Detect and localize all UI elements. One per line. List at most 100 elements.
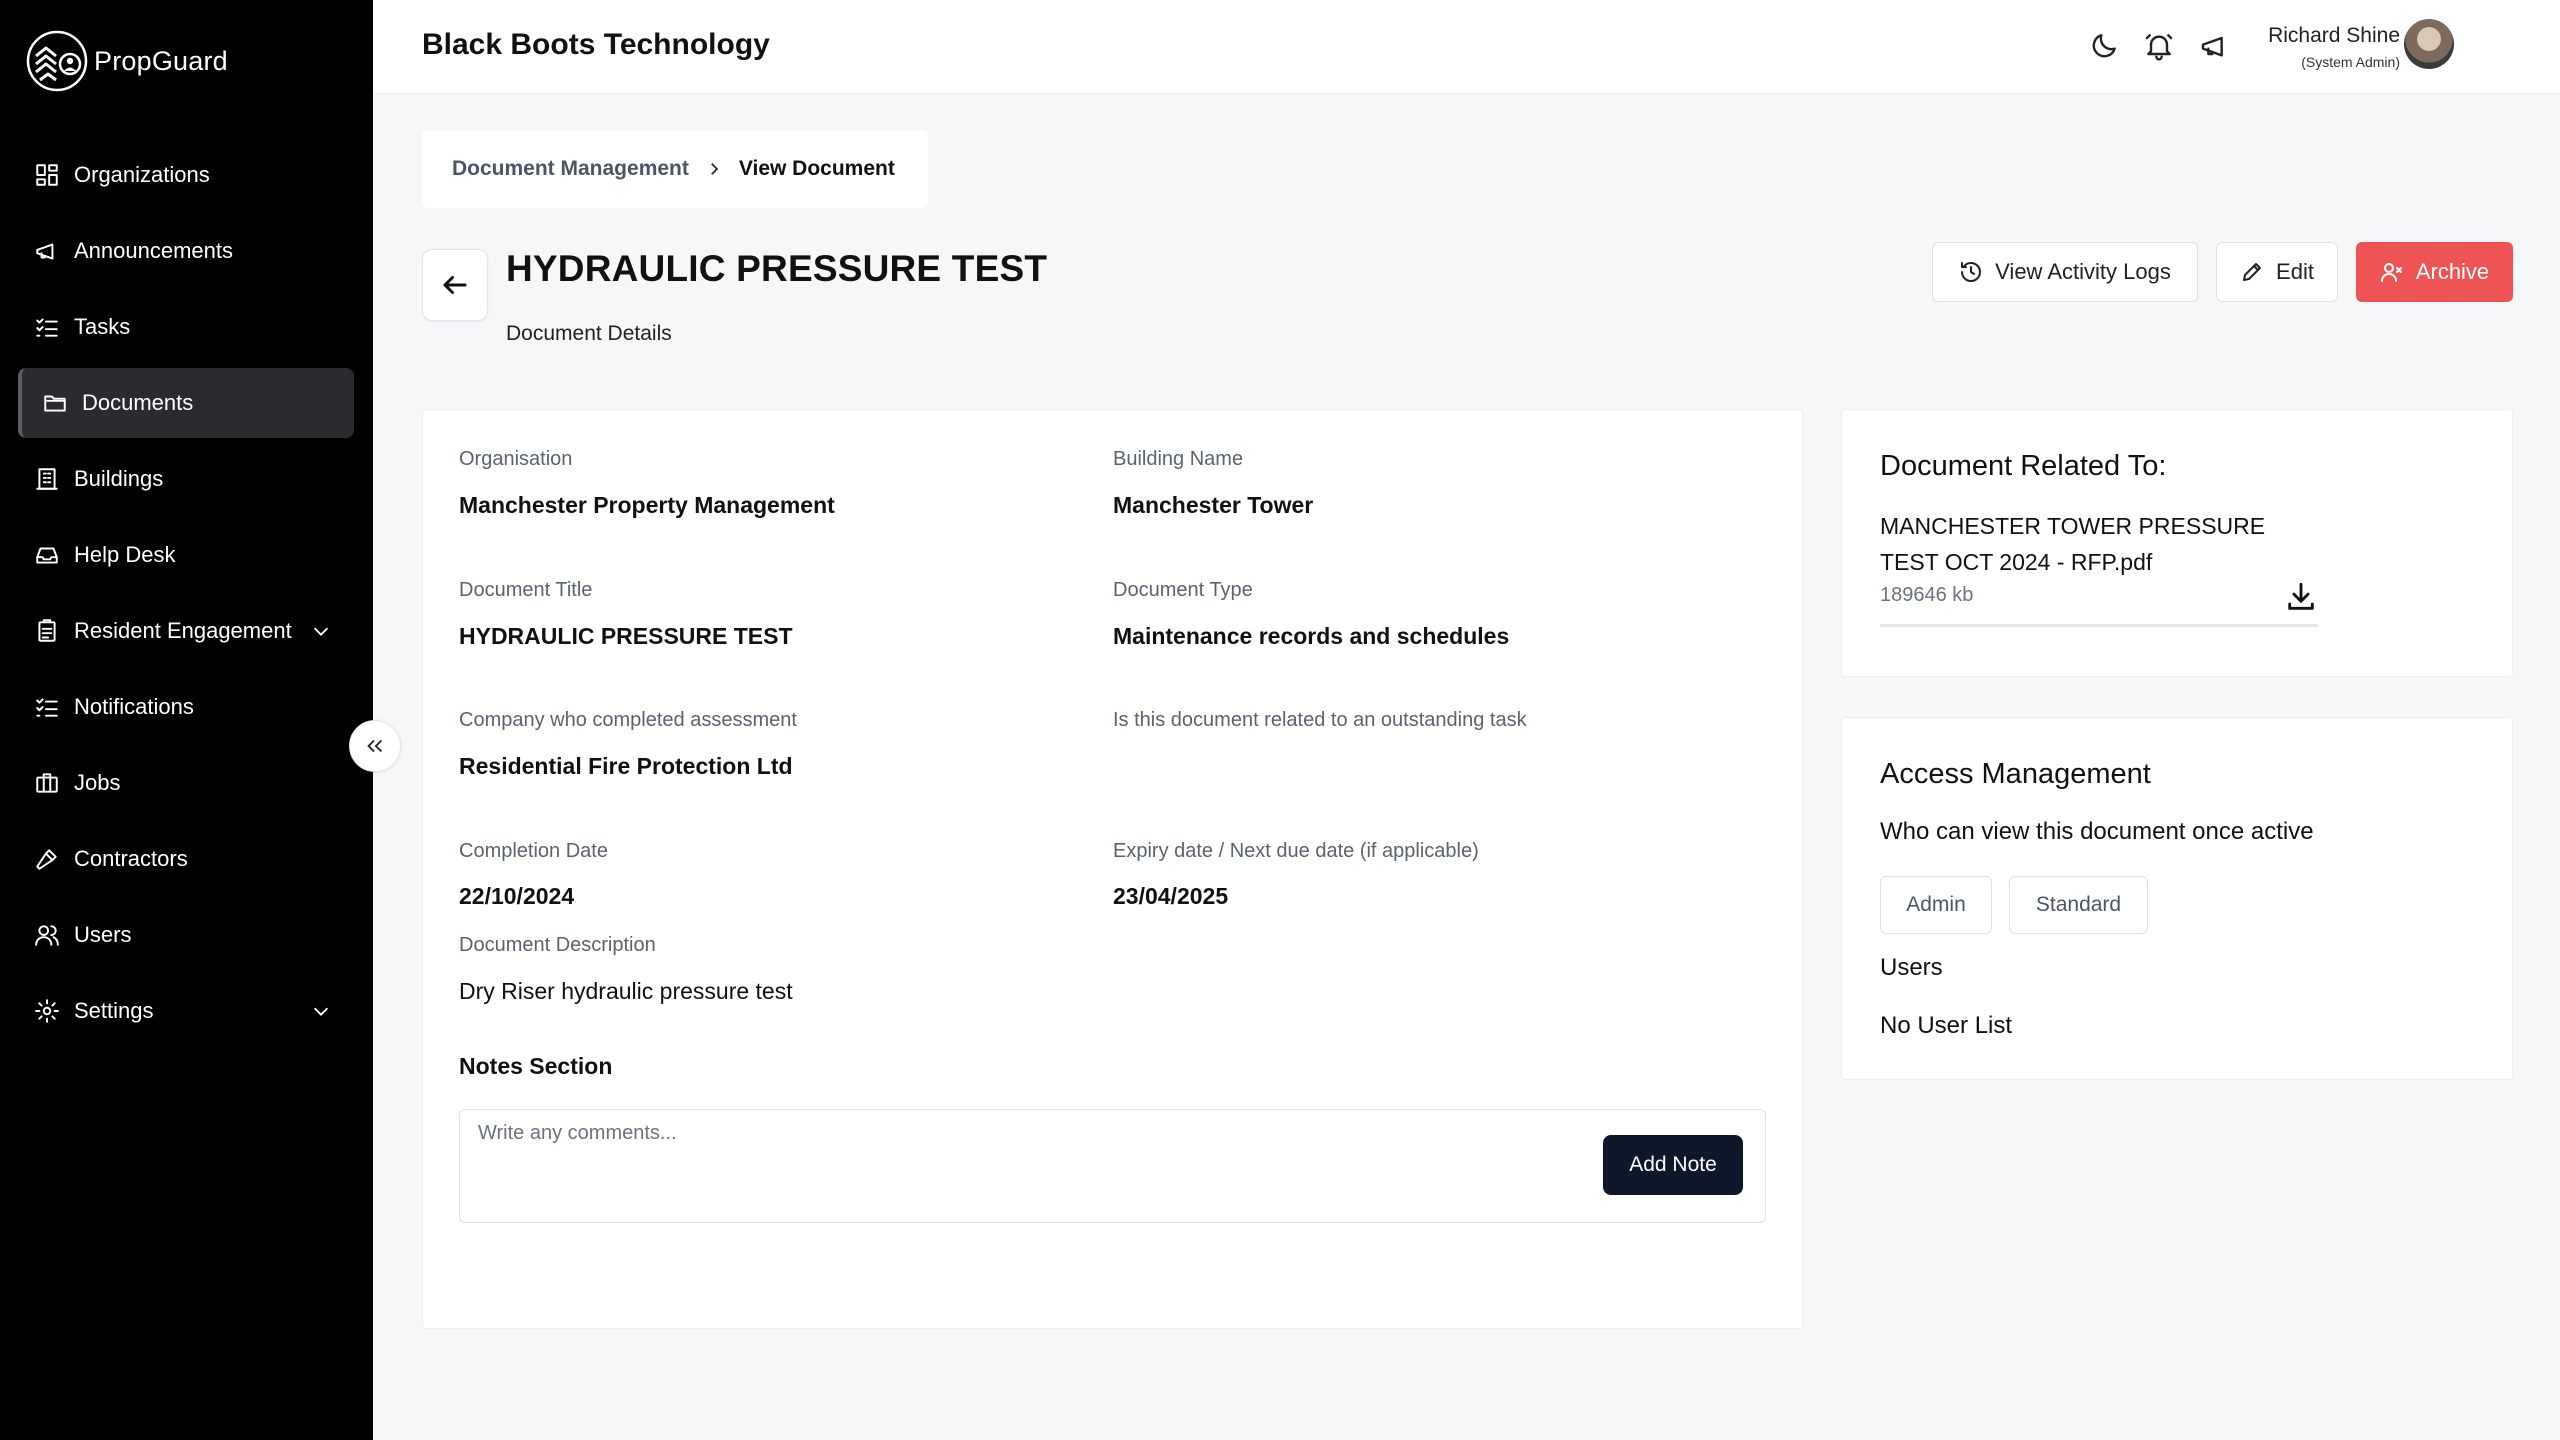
view-activity-logs-label: View Activity Logs — [1995, 259, 2171, 284]
view-activity-logs-button[interactable]: View Activity Logs — [1932, 242, 2198, 302]
document-type-value: Maintenance records and schedules — [1113, 623, 1510, 649]
sidebar-item-tasks[interactable]: Tasks — [18, 292, 354, 362]
notes-box: Add Note — [459, 1109, 1766, 1223]
document-related-card: Document Related To: MANCHESTER TOWER PR… — [1841, 409, 2513, 677]
completion-date-label: Completion Date — [459, 840, 608, 862]
organisation-label: Organisation — [459, 448, 573, 470]
document-details-card: Organisation Manchester Property Managem… — [422, 409, 1803, 1329]
document-title-value: HYDRAULIC PRESSURE TEST — [459, 623, 793, 649]
sidebar-item-label: Notifications — [74, 694, 194, 719]
chevron-down-icon[interactable] — [310, 620, 332, 642]
bell-icon[interactable] — [2143, 30, 2175, 62]
app-logo[interactable]: PropGuard — [26, 30, 228, 92]
description-value: Dry Riser hydraulic pressure test — [459, 978, 793, 1004]
archive-label: Archive — [2415, 259, 2490, 284]
chevrons-left-icon — [367, 739, 383, 753]
sidebar-item-settings[interactable]: Settings — [18, 976, 354, 1046]
sidebar-item-label: Resident Engagement — [74, 618, 292, 643]
sidebar-item-buildings[interactable]: Buildings — [18, 444, 354, 514]
company-value: Residential Fire Protection Ltd — [459, 753, 793, 779]
add-note-button[interactable]: Add Note — [1603, 1135, 1743, 1195]
sidebar-item-resident-engagement[interactable]: Resident Engagement — [18, 596, 354, 666]
description-label: Document Description — [459, 934, 656, 956]
sidebar-item-announcements[interactable]: Announcements — [18, 216, 354, 286]
sidebar-item-help-desk[interactable]: Help Desk — [18, 520, 354, 590]
app-name: PropGuard — [94, 45, 228, 76]
sidebar-item-documents[interactable]: Documents — [18, 368, 354, 438]
breadcrumb: Document Management View Document — [422, 130, 928, 208]
organisation-value: Manchester Property Management — [459, 492, 835, 518]
sidebar-item-label: Help Desk — [74, 542, 176, 567]
building-name-value: Manchester Tower — [1113, 492, 1314, 518]
gear-icon — [34, 998, 60, 1024]
document-title-label: Document Title — [459, 579, 593, 601]
notes-section-title: Notes Section — [459, 1053, 613, 1079]
top-header: Black Boots Technology Richard Shine (Sy… — [373, 0, 2560, 94]
expiry-date-label: Expiry date / Next due date (if applicab… — [1113, 840, 1479, 862]
notes-input[interactable] — [478, 1122, 1578, 1212]
outstanding-task-label: Is this document related to an outstandi… — [1113, 709, 1527, 731]
sidebar-item-label: Jobs — [74, 770, 121, 795]
list-check-icon — [34, 694, 60, 720]
clipboard-icon — [34, 618, 60, 644]
sidebar-nav: Organizations Announcements Tasks Docume… — [18, 140, 354, 1052]
sidebar-item-notifications[interactable]: Notifications — [18, 672, 354, 742]
inbox-icon — [34, 542, 60, 568]
breadcrumb-document-management[interactable]: Document Management — [452, 157, 689, 181]
sidebar: PropGuard Organizations Announcements Ta… — [0, 0, 373, 1440]
page-subtitle: Document Details — [506, 322, 672, 345]
user-role: (System Admin) — [2301, 54, 2400, 70]
sidebar-item-contractors[interactable]: Contractors — [18, 824, 354, 894]
hammer-icon — [34, 846, 60, 872]
folder-icon — [42, 390, 68, 416]
related-heading: Document Related To: — [1880, 450, 2167, 482]
back-button[interactable] — [422, 249, 488, 321]
avatar[interactable] — [2404, 19, 2454, 69]
access-management-card: Access Management Who can view this docu… — [1841, 717, 2513, 1080]
users-icon — [34, 922, 60, 948]
access-heading: Access Management — [1880, 758, 2151, 790]
grid-icon — [34, 162, 60, 188]
edit-label: Edit — [2276, 259, 2314, 284]
building-icon — [34, 466, 60, 492]
sidebar-item-label: Buildings — [74, 466, 164, 491]
sidebar-item-label: Announcements — [74, 238, 233, 263]
megaphone-icon — [34, 238, 60, 264]
expiry-date-value: 23/04/2025 — [1113, 883, 1229, 909]
organization-title: Black Boots Technology — [422, 28, 770, 61]
briefcase-icon — [34, 770, 60, 796]
sidebar-item-label: Contractors — [74, 846, 188, 871]
collapse-sidebar-button[interactable] — [349, 720, 401, 772]
sidebar-item-label: Settings — [74, 998, 154, 1023]
access-description: Who can view this document once active — [1880, 818, 2314, 845]
sidebar-item-label: Organizations — [74, 162, 210, 187]
chevron-right-icon — [705, 160, 723, 178]
edit-button[interactable]: Edit — [2216, 242, 2338, 302]
megaphone-icon[interactable] — [2199, 30, 2231, 62]
document-type-label: Document Type — [1113, 579, 1253, 601]
divider — [1880, 624, 2318, 627]
propguard-logo-icon — [26, 30, 88, 92]
sidebar-item-organizations[interactable]: Organizations — [18, 140, 354, 210]
building-name-label: Building Name — [1113, 448, 1244, 470]
users-label: Users — [1880, 954, 1943, 981]
completion-date-value: 22/10/2024 — [459, 883, 575, 909]
file-size: 189646 kb — [1880, 584, 1974, 606]
moon-icon[interactable] — [2088, 30, 2120, 62]
sidebar-item-label: Users — [74, 922, 132, 947]
sidebar-item-jobs[interactable]: Jobs — [18, 748, 354, 818]
user-name[interactable]: Richard Shine — [2268, 24, 2400, 48]
arrow-left-icon — [443, 276, 467, 294]
company-label: Company who completed assessment — [459, 709, 797, 731]
archive-button[interactable]: Archive — [2356, 242, 2513, 302]
users-value: No User List — [1880, 1012, 2013, 1039]
history-icon — [1961, 261, 1982, 282]
breadcrumb-current: View Document — [738, 157, 895, 180]
file-name[interactable]: MANCHESTER TOWER PRESSURE TEST OCT 2024 … — [1880, 508, 2300, 580]
role-chip-standard: Standard — [2009, 876, 2148, 934]
chevron-down-icon[interactable] — [310, 1000, 332, 1022]
sidebar-item-users[interactable]: Users — [18, 900, 354, 970]
download-icon[interactable] — [2284, 580, 2318, 614]
pencil-icon — [2243, 263, 2262, 281]
sidebar-item-label: Documents — [82, 390, 194, 415]
